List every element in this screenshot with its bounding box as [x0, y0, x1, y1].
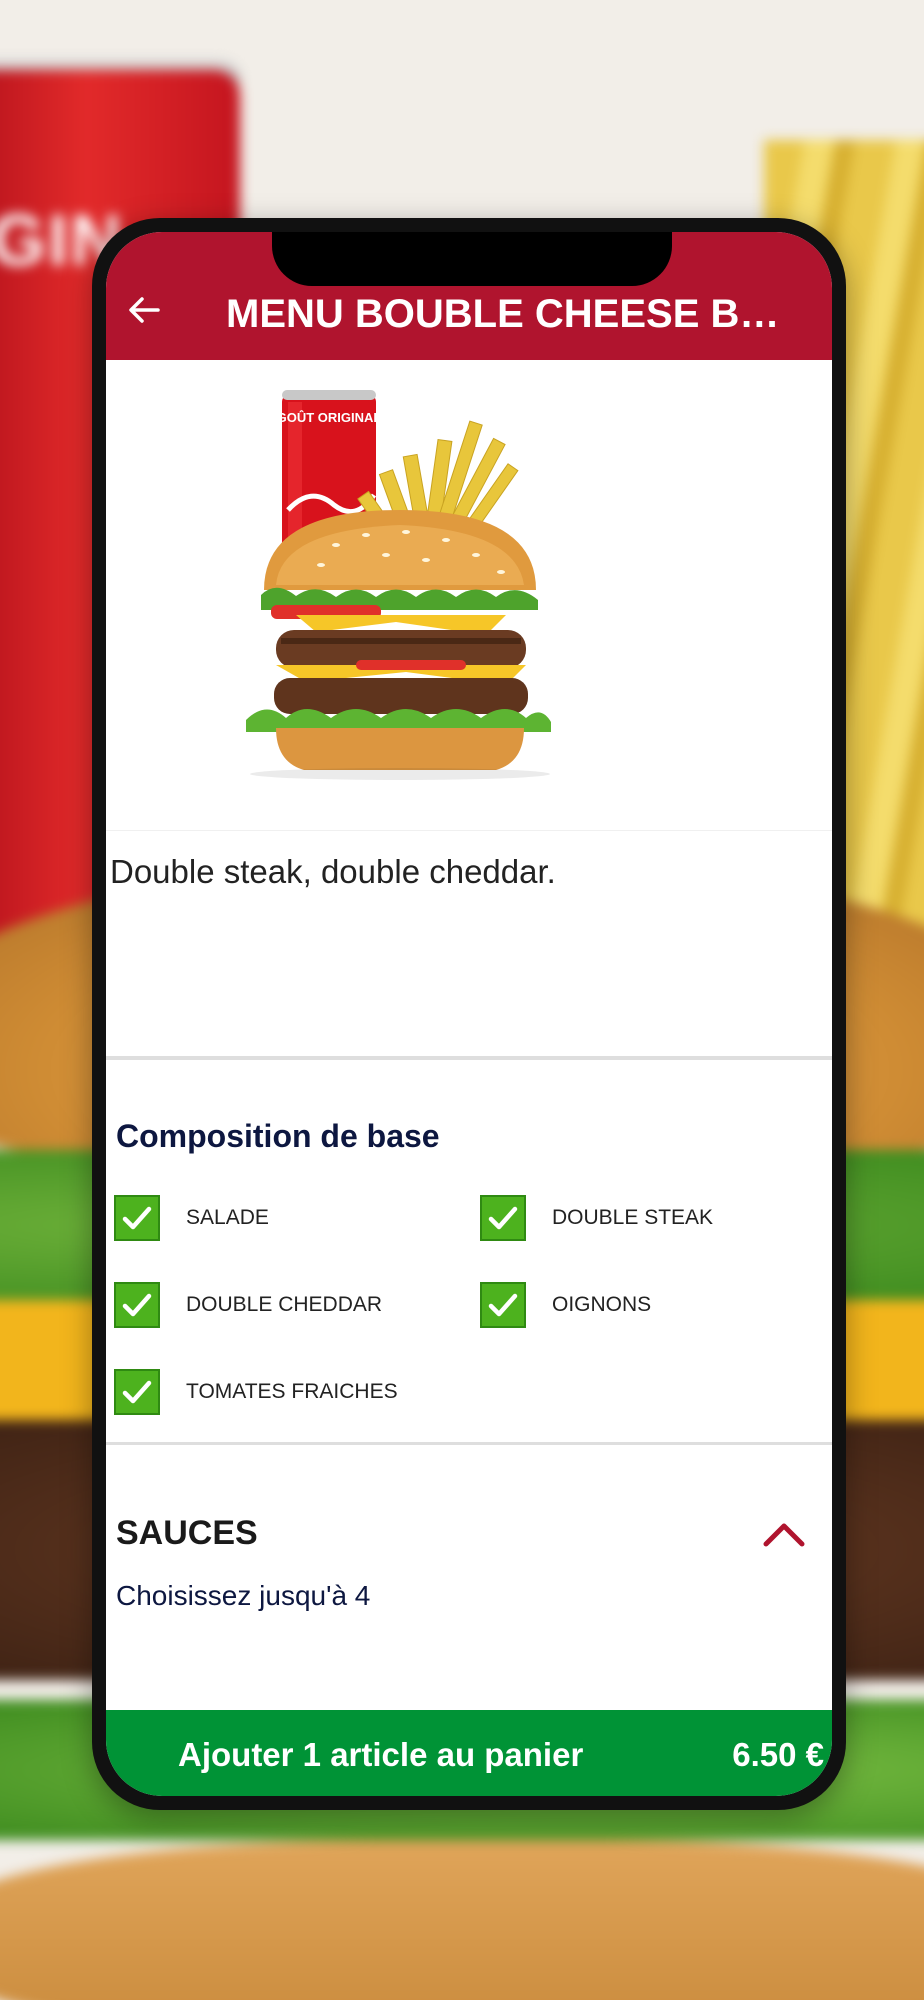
cart-price: 6.50 €: [732, 1736, 824, 1773]
page-title: MENU BOUBLE CHEESE BURGER: [226, 292, 806, 336]
checkmark-icon: [122, 1293, 152, 1317]
checkbox-double-steak[interactable]: [480, 1195, 526, 1241]
add-to-cart-label: Ajouter 1 article au panier: [178, 1736, 584, 1773]
sauces-limit-text: Choisissez jusqu'à 4: [116, 1580, 371, 1611]
checkmark-icon: [488, 1293, 518, 1317]
composition-item-label: TOMATES FRAICHES: [186, 1380, 398, 1403]
checkmark-icon: [122, 1380, 152, 1404]
composition-item-label: DOUBLE STEAK: [552, 1206, 714, 1229]
phone-notch: [272, 232, 672, 286]
checkbox-double-cheddar[interactable]: [114, 1282, 160, 1328]
section-divider: [106, 1442, 832, 1445]
checkbox-salade[interactable]: [114, 1195, 160, 1241]
app-screen: MENU BOUBLE CHEESE BURGER GOÛT ORIGINAL: [106, 232, 832, 1796]
composition-item-label: DOUBLE CHEDDAR: [186, 1293, 383, 1316]
composition-item-label: OIGNONS: [552, 1293, 652, 1316]
chevron-up-icon[interactable]: [762, 1520, 806, 1548]
checkmark-icon: [122, 1206, 152, 1230]
checkmark-icon: [488, 1206, 518, 1230]
section-divider: [106, 1056, 832, 1060]
back-arrow-icon[interactable]: [124, 290, 164, 330]
product-description: Double steak, double cheddar.: [110, 853, 556, 890]
add-to-cart-button[interactable]: Ajouter 1 article au panier 6.50 €: [106, 1710, 832, 1796]
sauces-title[interactable]: SAUCES: [116, 1514, 258, 1553]
composition-item-label: SALADE: [186, 1206, 269, 1229]
description-section: Double steak, double cheddar.: [106, 830, 832, 1057]
checkbox-oignons[interactable]: [480, 1282, 526, 1328]
product-image: GOÛT ORIGINAL: [106, 360, 832, 830]
checkbox-tomates-fraiches[interactable]: [114, 1369, 160, 1415]
composition-title: Composition de base: [116, 1118, 440, 1154]
phone-frame: MENU BOUBLE CHEESE BURGER GOÛT ORIGINAL: [92, 218, 846, 1810]
can-label-text: GOÛT ORIGINAL: [277, 410, 382, 425]
